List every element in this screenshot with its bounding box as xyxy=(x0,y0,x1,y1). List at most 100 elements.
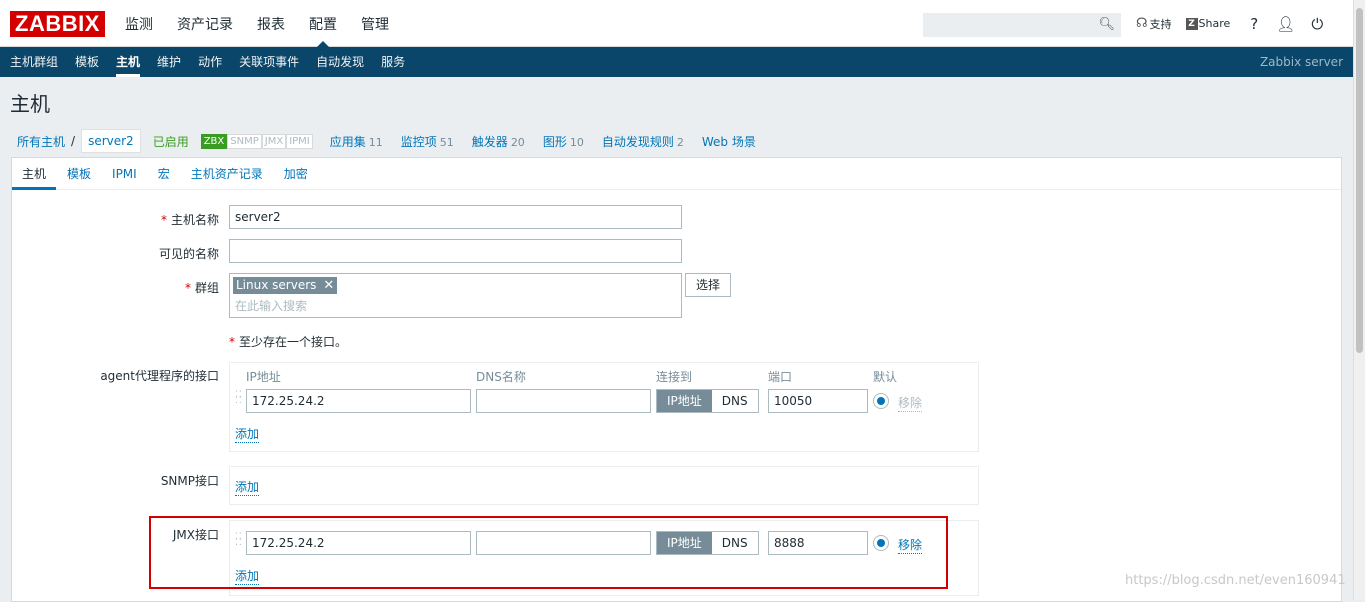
agent-ip-input[interactable] xyxy=(246,389,471,413)
col-connect-header: 连接到 xyxy=(656,370,693,384)
agent-port-input[interactable] xyxy=(768,389,868,413)
sub-menu-bar: 主机群组 模板 主机 维护 动作 关联项事件 自动发现 服务 Zabbix se… xyxy=(0,47,1353,77)
agent-default-radio[interactable] xyxy=(873,393,889,409)
col-dns-header: DNS名称 xyxy=(476,370,526,384)
submenu-maintenance[interactable]: 维护 xyxy=(150,47,188,77)
submenu-services[interactable]: 服务 xyxy=(374,47,412,77)
help-button[interactable]: ? xyxy=(1250,15,1258,33)
current-host-link[interactable]: server2 xyxy=(81,129,141,153)
page-title: 主机 xyxy=(10,92,50,116)
menu-administration[interactable]: 管理 xyxy=(354,0,396,47)
search-icon[interactable]: 🔍︎ xyxy=(1098,17,1115,32)
group-search-placeholder[interactable]: 在此输入搜索 xyxy=(235,297,307,314)
drag-handle-icon[interactable]: ⁚⁚ ⁚⁚ xyxy=(235,533,242,552)
host-status-enabled[interactable]: 已启用 xyxy=(153,133,189,150)
agent-connect-ip[interactable]: IP地址 xyxy=(657,390,712,412)
jmx-connect-dns[interactable]: DNS xyxy=(711,532,758,554)
user-profile-icon[interactable]: 👤︎ xyxy=(1276,15,1295,33)
tab-host[interactable]: 主机 xyxy=(12,158,57,190)
agent-dns-input[interactable] xyxy=(476,389,651,413)
share-link[interactable]: Z Share xyxy=(1185,17,1230,30)
availability-badges: ZBX SNMP JMX IPMI xyxy=(200,133,313,149)
submenu-host-groups[interactable]: 主机群组 xyxy=(3,47,65,77)
tab-inventory[interactable]: 主机资产记录 xyxy=(181,158,273,189)
jmx-badge: JMX xyxy=(261,133,287,149)
menu-configuration[interactable]: 配置 xyxy=(302,0,344,47)
scrollbar-thumb[interactable] xyxy=(1356,8,1363,353)
submenu-actions[interactable]: 动作 xyxy=(191,47,229,77)
jmx-connect-toggle[interactable]: IP地址 DNS xyxy=(656,531,759,555)
groups-label: * 群组 xyxy=(184,281,219,295)
jmx-add-link[interactable]: 添加 xyxy=(235,567,260,585)
snmp-interface-label: SNMP接口 xyxy=(160,474,219,488)
host-navigation: 所有主机 / server2 已启用 ZBX SNMP JMX IPMI 应用集… xyxy=(11,129,774,153)
snmp-add-link[interactable]: 添加 xyxy=(235,478,260,496)
agent-connect-dns[interactable]: DNS xyxy=(711,390,758,412)
submenu-templates[interactable]: 模板 xyxy=(68,47,106,77)
submenu-hosts[interactable]: 主机 xyxy=(109,47,147,77)
menu-reports[interactable]: 报表 xyxy=(250,0,292,47)
jmx-dns-input[interactable] xyxy=(476,531,651,555)
jmx-interface-label: JMX接口 xyxy=(172,528,219,542)
agent-connect-toggle[interactable]: IP地址 DNS xyxy=(656,389,759,413)
logout-icon[interactable]: ⏻ xyxy=(1311,15,1323,33)
jmx-connect-ip[interactable]: IP地址 xyxy=(657,532,712,554)
headset-icon: ☊ xyxy=(1136,16,1148,31)
agent-interface-box: IP地址 DNS名称 连接到 端口 默认 ⁚⁚⁚⁚ IP地址 DNS 移除 添加 xyxy=(229,362,979,452)
snmp-interface-box: 添加 xyxy=(229,466,979,505)
col-default-header: 默认 xyxy=(873,370,898,384)
web-scenarios-link[interactable]: Web 场景 xyxy=(702,133,756,150)
menu-inventory[interactable]: 资产记录 xyxy=(170,0,240,47)
search-input[interactable]: 🔍︎ xyxy=(923,13,1121,37)
visible-name-label: 可见的名称 xyxy=(158,247,219,261)
agent-interface-label: agent代理程序的接口 xyxy=(100,369,219,383)
page-scrollbar[interactable] xyxy=(1353,0,1365,600)
tab-templates[interactable]: 模板 xyxy=(57,158,101,189)
applications-link[interactable]: 应用集 11 xyxy=(330,133,383,150)
discovery-rules-link[interactable]: 自动发现规则 2 xyxy=(602,133,684,150)
agent-remove-link[interactable]: 移除 xyxy=(898,394,923,412)
host-form: 主机 模板 IPMI 宏 主机资产记录 加密 *主机名称 可见的名称 *群组 L… xyxy=(11,157,1342,602)
tab-macros[interactable]: 宏 xyxy=(148,158,180,189)
items-link[interactable]: 监控项 51 xyxy=(401,133,454,150)
jmx-port-input[interactable] xyxy=(768,531,868,555)
watermark: https://blog.csdn.net/even160941 xyxy=(1125,573,1346,588)
drag-handle-icon[interactable]: ⁚⁚ ⁚⁚ xyxy=(235,391,242,410)
group-tag: Linux servers ✕ xyxy=(233,277,338,294)
interface-required-note: * 至少存在一个接口。 xyxy=(229,335,348,349)
tab-ipmi[interactable]: IPMI xyxy=(102,158,147,189)
jmx-default-radio[interactable] xyxy=(873,535,889,551)
zbx-badge: ZBX xyxy=(200,133,228,149)
host-name-label: * 主机名称 xyxy=(160,213,219,227)
tab-encryption[interactable]: 加密 xyxy=(274,158,318,189)
agent-add-link[interactable]: 添加 xyxy=(235,425,260,443)
host-name-input[interactable] xyxy=(229,205,682,229)
select-groups-button[interactable]: 选择 xyxy=(685,273,732,297)
col-ip-header: IP地址 xyxy=(246,370,281,384)
groups-multiselect[interactable]: Linux servers ✕ 在此输入搜索 xyxy=(229,273,682,318)
jmx-remove-link[interactable]: 移除 xyxy=(898,536,923,554)
snmp-badge: SNMP xyxy=(227,133,262,149)
submenu-discovery[interactable]: 自动发现 xyxy=(309,47,371,77)
breadcrumb-separator: / xyxy=(71,134,76,148)
triggers-link[interactable]: 触发器 20 xyxy=(472,133,525,150)
all-hosts-link[interactable]: 所有主机 xyxy=(17,133,65,150)
jmx-interface-box: ⁚⁚⁚⁚ IP地址 DNS 移除 添加 xyxy=(229,520,979,596)
visible-name-input[interactable] xyxy=(229,239,682,263)
graphs-link[interactable]: 图形 10 xyxy=(543,133,584,150)
jmx-ip-input[interactable] xyxy=(246,531,471,555)
ipmi-badge: IPMI xyxy=(286,133,313,149)
main-menu: 监测 资产记录 报表 配置 管理 xyxy=(118,0,406,47)
submenu-correlation[interactable]: 关联项事件 xyxy=(232,47,306,77)
support-link[interactable]: ☊ 支持 xyxy=(1136,16,1172,32)
share-z-icon: Z xyxy=(1185,17,1198,30)
top-header: ZABBIX 监测 资产记录 报表 配置 管理 🔍︎ ☊ 支持 Z Share ? … xyxy=(0,0,1353,47)
col-port-header: 端口 xyxy=(768,370,793,384)
sub-menu: 主机群组 模板 主机 维护 动作 关联项事件 自动发现 服务 xyxy=(3,47,415,77)
form-tabs: 主机 模板 IPMI 宏 主机资产记录 加密 xyxy=(12,158,1341,190)
zabbix-logo[interactable]: ZABBIX xyxy=(10,11,105,37)
top-icons: ☊ 支持 Z Share ? 👤︎ ⏻ xyxy=(1136,0,1337,47)
server-name: Zabbix server xyxy=(1259,55,1343,69)
menu-monitoring[interactable]: 监测 xyxy=(118,0,160,47)
remove-tag-icon[interactable]: ✕ xyxy=(323,277,334,294)
